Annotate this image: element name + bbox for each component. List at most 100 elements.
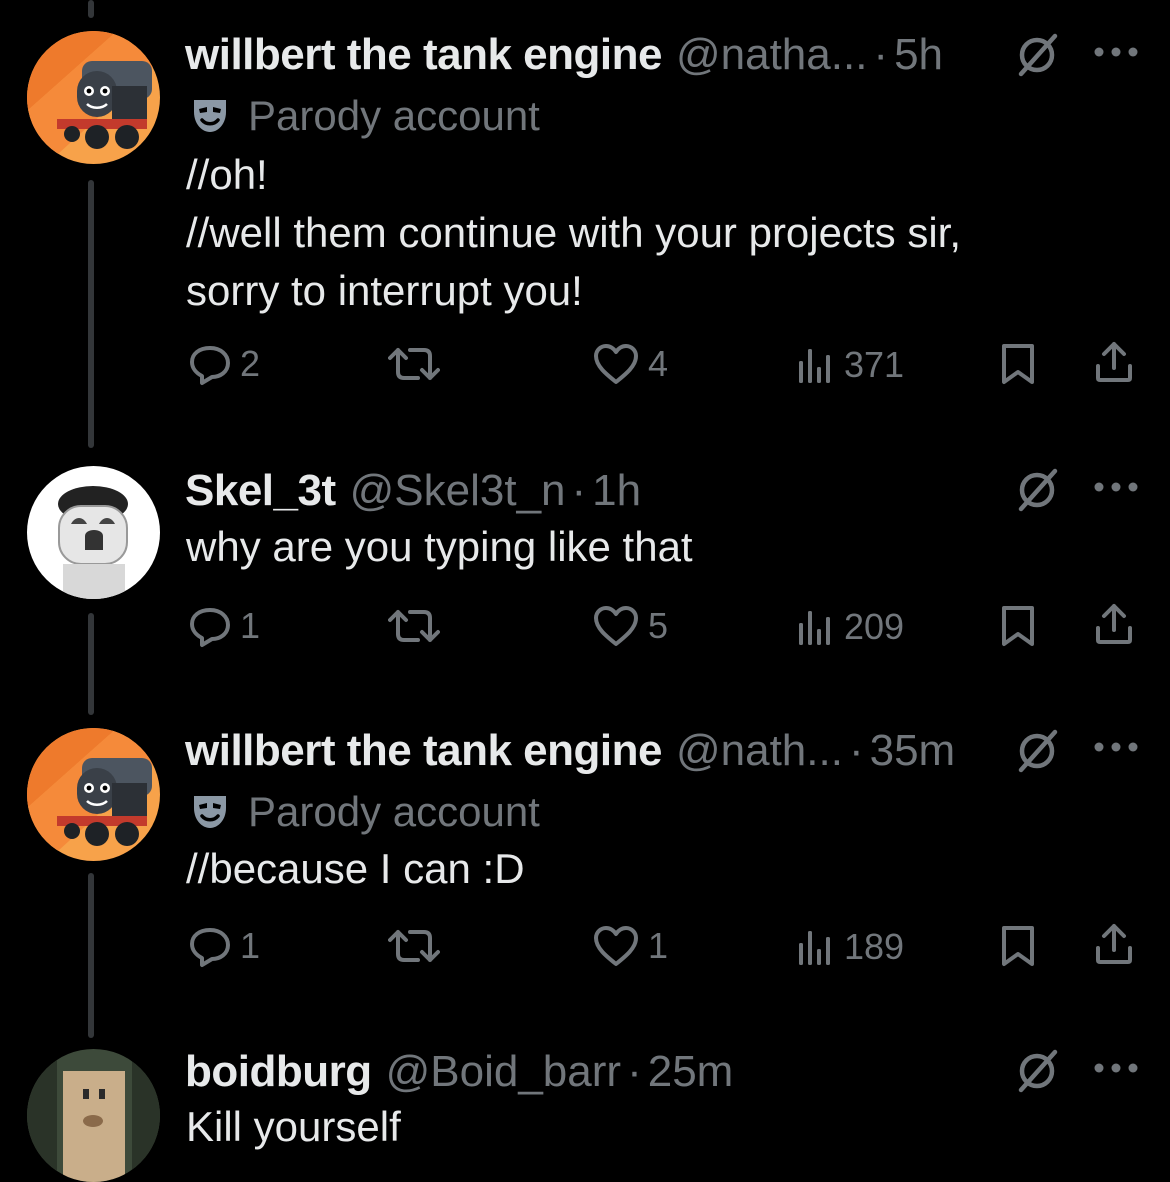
grok-icon[interactable] bbox=[1013, 726, 1061, 774]
share-button[interactable] bbox=[1092, 340, 1136, 384]
text-line: //well them continue with your projects … bbox=[186, 209, 961, 256]
thread-line bbox=[88, 873, 94, 1038]
share-button[interactable] bbox=[1092, 922, 1136, 966]
text-line: //because I can :D bbox=[186, 845, 525, 892]
username[interactable]: @nath... bbox=[676, 729, 843, 773]
reply-button[interactable]: 1 bbox=[188, 924, 260, 968]
avatar[interactable] bbox=[27, 466, 160, 599]
text-line: why are you typing like that bbox=[186, 523, 693, 570]
avatar[interactable] bbox=[27, 1049, 160, 1182]
timestamp[interactable]: 35m bbox=[870, 729, 956, 773]
tweet-text: //because I can :D bbox=[186, 840, 525, 898]
tweet-text: why are you typing like that bbox=[186, 518, 693, 576]
more-icon[interactable] bbox=[1093, 481, 1139, 493]
tweet-text: Kill yourself bbox=[186, 1098, 401, 1156]
share-icon bbox=[1092, 922, 1136, 966]
reply-count: 1 bbox=[240, 605, 261, 646]
username[interactable]: @Boid_barr bbox=[386, 1050, 621, 1094]
tweet-header: boidburg @Boid_barr · 25m bbox=[185, 1050, 733, 1094]
tweet-header: willbert the tank engine @nath... · 35m bbox=[185, 729, 955, 773]
bookmark-button[interactable] bbox=[998, 342, 1038, 386]
avatar[interactable] bbox=[27, 728, 160, 861]
bookmark-icon bbox=[998, 604, 1038, 648]
separator-dot: · bbox=[627, 1047, 642, 1096]
views-count: 209 bbox=[844, 606, 905, 647]
share-icon bbox=[1092, 340, 1136, 384]
reply-count: 1 bbox=[240, 925, 261, 966]
text-line: //oh! bbox=[186, 151, 268, 198]
bookmark-icon bbox=[998, 924, 1038, 968]
robot-avatar-icon bbox=[27, 466, 160, 599]
grok-icon[interactable] bbox=[1013, 465, 1061, 513]
tweet-header: Skel_3t @Skel3t_n · 1h bbox=[185, 469, 641, 513]
views-icon bbox=[796, 927, 836, 967]
tweet-header: willbert the tank engine @natha... · 5h bbox=[185, 33, 943, 77]
like-button[interactable]: 4 bbox=[592, 342, 668, 386]
display-name[interactable]: willbert the tank engine bbox=[185, 729, 662, 773]
display-name[interactable]: Skel_3t bbox=[185, 469, 336, 513]
mask-icon bbox=[190, 792, 230, 832]
like-count: 4 bbox=[648, 343, 669, 384]
like-button[interactable]: 5 bbox=[592, 604, 668, 648]
text-line: sorry to interrupt you! bbox=[186, 267, 583, 314]
display-name[interactable]: willbert the tank engine bbox=[185, 33, 662, 77]
more-icon[interactable] bbox=[1093, 1062, 1139, 1074]
parody-label: Parody account bbox=[190, 788, 540, 836]
views-count: 189 bbox=[844, 926, 905, 967]
face-avatar-icon bbox=[27, 1049, 160, 1182]
repost-button[interactable] bbox=[388, 926, 440, 966]
thread-line bbox=[88, 180, 94, 448]
repost-button[interactable] bbox=[388, 344, 440, 384]
username[interactable]: @natha... bbox=[676, 33, 867, 77]
grok-icon[interactable] bbox=[1013, 1046, 1061, 1094]
like-button[interactable]: 1 bbox=[592, 924, 668, 968]
parody-text: Parody account bbox=[248, 92, 540, 139]
like-icon bbox=[592, 342, 640, 386]
share-icon bbox=[1092, 602, 1136, 646]
train-avatar-icon bbox=[27, 31, 160, 164]
grok-icon[interactable] bbox=[1013, 30, 1061, 78]
views-count: 371 bbox=[844, 344, 905, 385]
thread-line bbox=[88, 613, 94, 715]
train-avatar-icon bbox=[27, 728, 160, 861]
username[interactable]: @Skel3t_n bbox=[350, 469, 566, 513]
views-icon bbox=[796, 607, 836, 647]
views-button[interactable]: 209 bbox=[796, 606, 904, 648]
avatar[interactable] bbox=[27, 31, 160, 164]
display-name[interactable]: boidburg bbox=[185, 1050, 372, 1094]
more-icon[interactable] bbox=[1093, 46, 1139, 58]
bookmark-button[interactable] bbox=[998, 924, 1038, 968]
reply-icon bbox=[188, 604, 232, 648]
views-icon bbox=[796, 345, 836, 385]
bookmark-icon bbox=[998, 342, 1038, 386]
more-icon[interactable] bbox=[1093, 741, 1139, 753]
reply-icon bbox=[188, 342, 232, 386]
parody-text: Parody account bbox=[248, 788, 540, 835]
like-count: 5 bbox=[648, 605, 669, 646]
reply-count: 2 bbox=[240, 343, 261, 384]
timestamp[interactable]: 1h bbox=[592, 469, 641, 513]
text-line: Kill yourself bbox=[186, 1103, 401, 1150]
separator-dot: · bbox=[571, 466, 587, 515]
separator-dot: · bbox=[873, 30, 889, 79]
views-button[interactable]: 189 bbox=[796, 926, 904, 968]
parody-label: Parody account bbox=[190, 92, 540, 140]
like-icon bbox=[592, 924, 640, 968]
bookmark-button[interactable] bbox=[998, 604, 1038, 648]
timestamp[interactable]: 25m bbox=[648, 1050, 734, 1094]
repost-button[interactable] bbox=[388, 606, 440, 646]
share-button[interactable] bbox=[1092, 602, 1136, 646]
timestamp[interactable]: 5h bbox=[894, 33, 943, 77]
repost-icon bbox=[388, 344, 440, 384]
reply-button[interactable]: 1 bbox=[188, 604, 260, 648]
views-button[interactable]: 371 bbox=[796, 344, 904, 386]
repost-icon bbox=[388, 926, 440, 966]
thread-line bbox=[88, 0, 94, 18]
like-count: 1 bbox=[648, 925, 669, 966]
like-icon bbox=[592, 604, 640, 648]
repost-icon bbox=[388, 606, 440, 646]
reply-icon bbox=[188, 924, 232, 968]
reply-button[interactable]: 2 bbox=[188, 342, 260, 386]
mask-icon bbox=[190, 96, 230, 136]
tweet-text: //oh! //well them continue with your proj… bbox=[186, 146, 961, 320]
